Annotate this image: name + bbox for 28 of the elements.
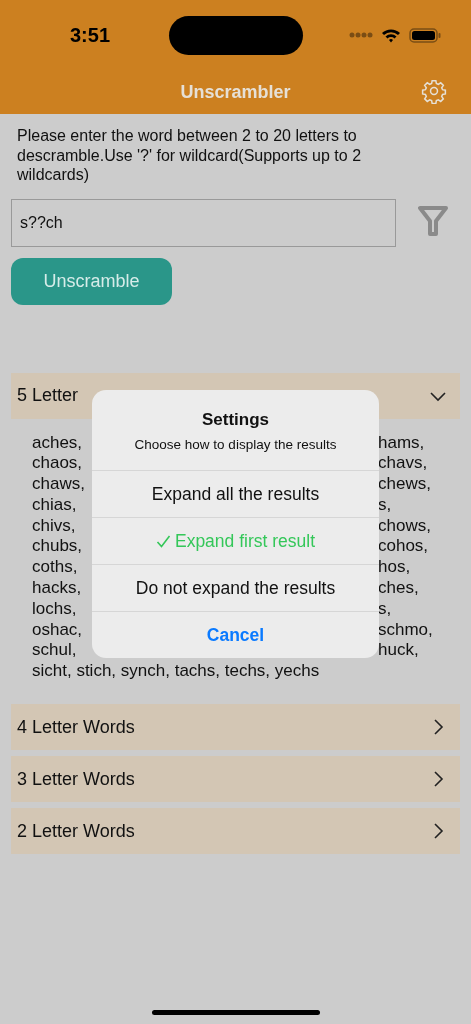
word-list-text: aches, <box>32 432 83 454</box>
word-list-text: coths, <box>32 557 78 579</box>
word-list-text: schul, <box>32 640 77 662</box>
word-list-text: hacks, <box>32 578 82 599</box>
word-list-text: oshac, <box>32 619 83 641</box>
word-list-text: s, <box>378 598 392 620</box>
word-list-text: ches, <box>378 578 419 599</box>
word-list-text: chubs, <box>32 536 83 558</box>
word-list-text: chaws, <box>32 474 85 495</box>
word-list-text: cohos, <box>378 536 429 558</box>
dialog-message: Choose how to display the results <box>134 437 337 452</box>
word-list-text: hos, <box>378 557 411 579</box>
word-list-text: lochs, <box>32 598 77 620</box>
word-list-text: chavs, <box>378 453 428 475</box>
dialog-title: Settings <box>200 410 271 430</box>
word-list-text: s, <box>378 494 392 516</box>
status-time: 3:51 <box>70 23 112 47</box>
word-list-text: hams, <box>378 432 425 454</box>
word-list-text: chows, <box>378 515 431 537</box>
word-list-text: chaos, <box>32 453 83 475</box>
word-list-text: chivs, <box>32 515 76 537</box>
word-list-text: sicht, stich, synch, tachs, techs, yechs <box>32 661 320 681</box>
app-title: Unscrambler <box>180 81 291 103</box>
word-list-text: schmo, <box>378 619 433 641</box>
word-list-text: chias, <box>32 494 77 516</box>
word-list-text: huck, <box>378 640 419 662</box>
instructions-text: Please enter the word between 2 to 20 letters to descramble.Use '?' for wildcard(Supports up to 2 wildcards) <box>17 126 363 185</box>
word-list-text: chews, <box>378 474 431 495</box>
